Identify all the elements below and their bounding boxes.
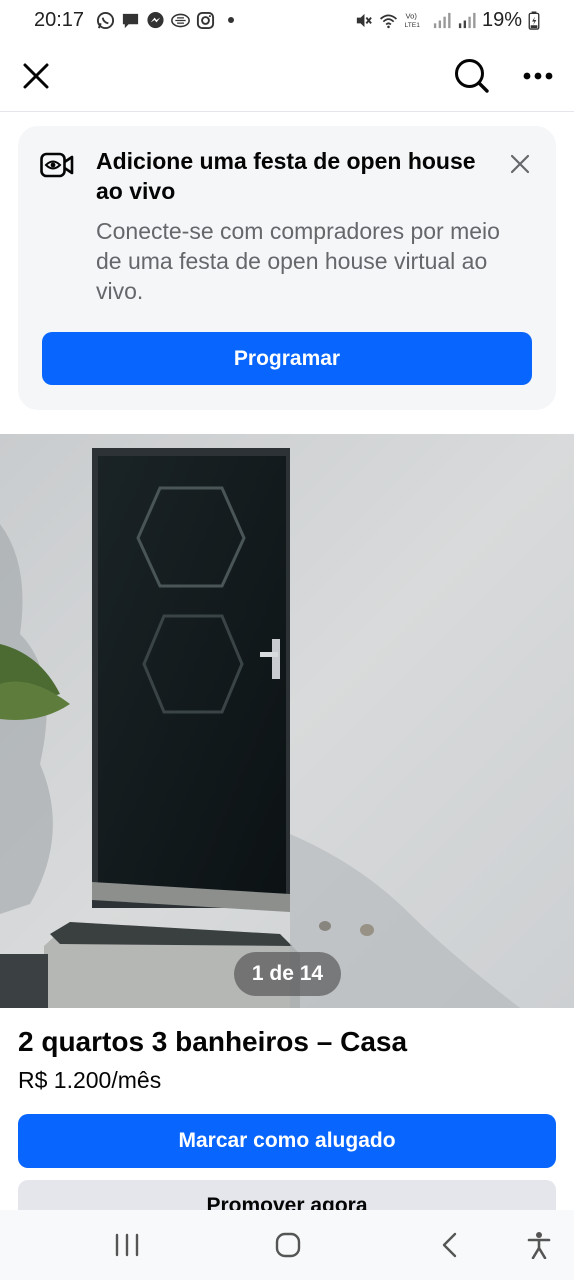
photo-counter: 1 de 14 (234, 952, 341, 996)
whatsapp-icon (96, 11, 115, 30)
app-header (0, 40, 574, 112)
close-button[interactable] (12, 52, 60, 100)
banner-title: Adicione uma festa de open house ao vivo (96, 148, 476, 204)
search-icon (455, 59, 489, 93)
mute-icon (354, 11, 373, 30)
home-button[interactable] (268, 1225, 308, 1265)
battery-icon (528, 10, 540, 30)
banner-close-button[interactable] (504, 148, 536, 180)
app-icon (171, 11, 190, 30)
open-house-banner: Adicione uma festa de open house ao vivo… (18, 126, 556, 410)
svg-text:Vo): Vo) (405, 11, 417, 20)
more-options-button[interactable] (514, 52, 562, 100)
door-photo-image (0, 434, 574, 1008)
listing-title: 2 quartos 3 banheiros – Casa (18, 1026, 408, 1057)
instagram-icon (196, 11, 215, 30)
recents-icon (115, 1233, 139, 1257)
listing-price: R$ 1.200/mês (18, 1067, 162, 1093)
mark-as-rented-button[interactable]: Marcar como alugado (18, 1114, 556, 1168)
chat-icon (121, 11, 140, 30)
live-video-icon (40, 152, 74, 178)
system-nav-bar (0, 1210, 574, 1280)
banner-description: Conecte-se com compradores por meio de u… (96, 218, 500, 304)
search-button[interactable] (448, 52, 496, 100)
volte-icon: Vo) LTE1 (404, 11, 426, 30)
back-button[interactable] (430, 1225, 470, 1265)
listing-photo[interactable] (0, 434, 574, 1008)
home-icon (275, 1232, 301, 1258)
status-bar: 20:17 Vo) LTE1 19% (0, 0, 574, 40)
more-icon (523, 72, 553, 80)
status-time: 20:17 (34, 8, 85, 31)
dot-icon (221, 11, 240, 30)
schedule-button[interactable]: Programar (42, 332, 532, 385)
accessibility-button[interactable] (519, 1225, 559, 1265)
svg-text:LTE1: LTE1 (405, 22, 421, 29)
signal-icon (457, 11, 476, 30)
signal-icon (432, 11, 451, 30)
status-left: 20:17 (34, 9, 240, 32)
back-icon (442, 1232, 457, 1258)
battery-percent: 19% (481, 8, 522, 31)
recents-button[interactable] (107, 1225, 147, 1265)
wifi-icon (379, 11, 398, 30)
close-icon (23, 63, 49, 89)
messenger-icon (146, 11, 165, 30)
status-right: Vo) LTE1 19% (354, 9, 540, 32)
accessibility-icon (527, 1232, 551, 1259)
close-icon (510, 154, 530, 174)
